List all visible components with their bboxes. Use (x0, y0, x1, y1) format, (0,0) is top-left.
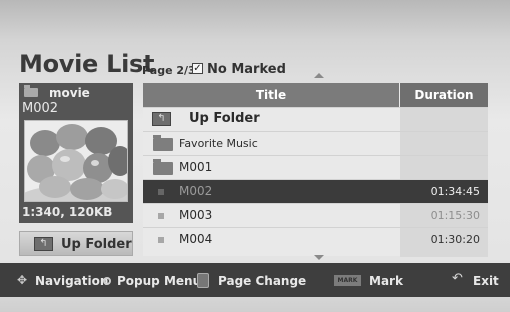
row-duration: 01:34:45 (430, 185, 480, 198)
marked-status: No Marked (207, 62, 286, 77)
preview-file-info: 1:340, 120KB (22, 205, 113, 219)
page-indicator: Page 2/3 (142, 64, 196, 77)
up-folder-button-label: Up Folder (61, 237, 132, 252)
table-row[interactable]: Favorite Music (143, 131, 488, 155)
folder-icon (153, 135, 173, 151)
scroll-up-icon[interactable] (314, 73, 324, 78)
page-key-icon (197, 273, 209, 288)
movie-file-icon (158, 213, 164, 219)
navigation-arrows-icon: ✥ (17, 273, 28, 287)
folder-icon (24, 85, 38, 97)
table-row[interactable]: ↰ Up Folder (143, 107, 488, 131)
preview-folder-name: movie (49, 86, 90, 100)
table-row[interactable]: M003 01:15:30 (143, 203, 488, 227)
up-folder-icon: ↰ (34, 237, 53, 251)
row-title: Up Folder (189, 111, 260, 126)
hint-mark: Mark (369, 274, 403, 288)
exit-return-icon: ↶ (452, 271, 463, 286)
column-header-duration[interactable]: Duration (400, 83, 488, 107)
bottom-hint-bar: ✥ Navigation Popup Menu Page Change MARK… (0, 263, 510, 297)
checkbox-icon: ✓ (192, 63, 203, 74)
mark-key-icon: MARK (334, 275, 361, 286)
movie-file-icon (158, 237, 164, 243)
hint-popup-menu: Popup Menu (117, 274, 202, 288)
preview-file-name: M002 (22, 101, 59, 116)
ok-button-icon (103, 277, 111, 285)
row-title: Favorite Music (179, 137, 258, 150)
preview-panel: movie M002 1:340, 120KB (19, 83, 133, 223)
hint-page-change: Page Change (218, 274, 307, 288)
hint-navigation: Navigation (35, 274, 109, 288)
up-folder-button[interactable]: ↰ Up Folder (19, 231, 133, 256)
up-folder-icon: ↰ (152, 112, 171, 126)
row-title: M001 (179, 160, 213, 174)
row-duration: 01:15:30 (430, 209, 480, 222)
folder-icon (153, 159, 173, 175)
file-table: Title Duration ↰ Up Folder Favorite Musi… (143, 83, 488, 257)
table-row-selected[interactable]: M002 01:34:45 (143, 179, 488, 203)
row-duration: 01:30:20 (430, 233, 480, 246)
movie-file-icon (158, 189, 164, 195)
page-title: Movie List (19, 50, 155, 78)
row-title: M003 (179, 208, 213, 222)
table-row[interactable]: M001 (143, 155, 488, 179)
column-header-title[interactable]: Title (143, 83, 399, 107)
movie-list-screen: Movie List Page 2/3 ✓ No Marked movie M0… (0, 0, 510, 312)
apples-thumbnail-image (25, 121, 127, 201)
row-title: M004 (179, 232, 213, 246)
preview-thumbnail (24, 120, 128, 202)
row-title: M002 (179, 184, 213, 198)
table-row[interactable]: M004 01:30:20 (143, 227, 488, 257)
scroll-down-icon[interactable] (314, 255, 324, 260)
hint-exit: Exit (473, 274, 499, 288)
